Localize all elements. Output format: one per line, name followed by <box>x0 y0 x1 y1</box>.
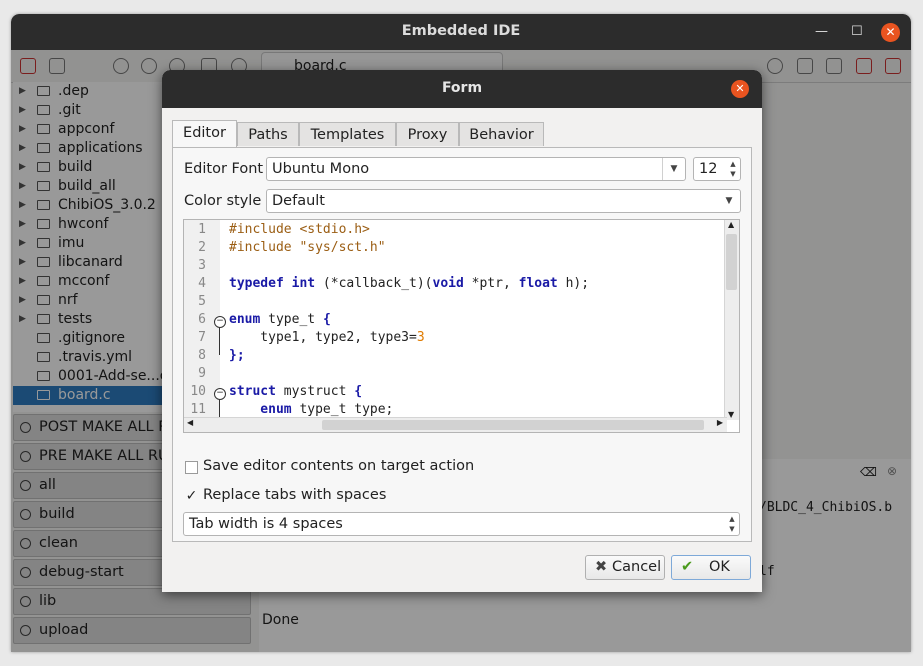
ok-label: OK <box>709 559 730 575</box>
scroll-thumb[interactable] <box>726 234 737 290</box>
code-line: typedef int (*callback_t)(void *ptr, flo… <box>229 276 590 291</box>
scroll-down-icon[interactable]: ▼ <box>728 410 734 419</box>
maximize-icon[interactable]: ☐ <box>851 24 863 39</box>
chevron-down-icon: ▼ <box>725 196 733 206</box>
fold-marker-icon[interactable]: − <box>214 316 226 328</box>
scroll-up-icon[interactable]: ▲ <box>728 220 734 229</box>
line-number: 3 <box>198 258 206 273</box>
color-style-label: Color style <box>184 193 262 209</box>
code-line: type1, type2, type3=3 <box>229 330 425 345</box>
code-line: #include <stdio.h> <box>229 222 370 237</box>
window-title: Embedded IDE <box>401 23 521 39</box>
editor-font-select[interactable]: Ubuntu Mono ▼ <box>266 157 686 181</box>
spin-arrows-icon[interactable]: ▲ ▼ <box>725 513 739 536</box>
tab-editor[interactable]: Editor <box>172 120 237 148</box>
save-on-target-checkbox[interactable] <box>185 461 198 474</box>
line-number: 8 <box>198 348 206 363</box>
ok-button[interactable]: ✔ OK <box>671 555 751 580</box>
dialog-title-bar: Form ✕ <box>162 70 762 108</box>
line-number: 4 <box>198 276 206 291</box>
scroll-left-icon[interactable]: ◀ <box>187 418 193 427</box>
code-line: }; <box>229 348 245 363</box>
cancel-button[interactable]: ✖ Cancel <box>585 555 665 580</box>
tab-templates[interactable]: Templates <box>299 122 396 146</box>
font-size-value: 12 <box>699 161 718 177</box>
code-line: #include "sys/sct.h" <box>229 240 386 255</box>
line-number: 11 <box>190 402 206 417</box>
check-icon: ✔ <box>681 559 694 575</box>
code-horizontal-scrollbar[interactable]: ◀ ▶ <box>184 417 727 432</box>
chevron-down-icon: ▼ <box>662 158 685 180</box>
line-number: 5 <box>198 294 206 309</box>
code-preview[interactable]: 1 2 3 4 5 6 7 8 9 10 11 12 − − − #includ… <box>183 219 740 433</box>
code-vertical-scrollbar[interactable]: ▲ ▼ <box>724 220 739 420</box>
line-number: 10 <box>190 384 206 399</box>
editor-font-label: Editor Font <box>184 161 264 177</box>
font-size-spinbox[interactable]: 12 ▲ ▼ <box>693 157 741 181</box>
tab-behavior[interactable]: Behavior <box>459 122 544 146</box>
editor-font-value: Ubuntu Mono <box>272 161 370 177</box>
fold-marker-icon[interactable]: − <box>214 388 226 400</box>
replace-tabs-label: Replace tabs with spaces <box>203 487 387 503</box>
tab-width-spinbox[interactable]: Tab width is 4 spaces ▲ ▼ <box>183 512 740 536</box>
editor-settings-panel: Editor Font Ubuntu Mono ▼ 12 ▲ ▼ Color st… <box>172 147 752 542</box>
code-line: enum type_t type; <box>229 402 394 417</box>
title-bar: Embedded IDE — ☐ ✕ <box>11 14 911 50</box>
tab-proxy[interactable]: Proxy <box>396 122 459 146</box>
tab-paths[interactable]: Paths <box>237 122 299 146</box>
color-style-select[interactable]: Default ▼ <box>266 189 741 213</box>
color-style-value: Default <box>272 193 325 209</box>
settings-dialog: Form ✕ Editor Paths Templates Proxy Beha… <box>162 70 762 592</box>
dialog-title: Form <box>441 80 483 96</box>
line-number: 6 <box>198 312 206 327</box>
line-number: 7 <box>198 330 206 345</box>
fold-line <box>219 327 220 355</box>
cancel-icon: ✖ <box>595 559 608 575</box>
minimize-icon[interactable]: — <box>815 24 828 39</box>
code-line: enum type_t { <box>229 312 331 327</box>
code-line: struct mystruct { <box>229 384 363 399</box>
close-icon[interactable]: ✕ <box>881 23 900 42</box>
tab-width-value: Tab width is 4 spaces <box>189 516 343 532</box>
spin-arrows-icon[interactable]: ▲ ▼ <box>726 158 740 181</box>
replace-tabs-checkbox[interactable]: ✓ <box>185 489 198 503</box>
line-number: 1 <box>198 222 206 237</box>
scroll-thumb[interactable] <box>322 420 704 430</box>
cancel-label: Cancel <box>612 559 662 575</box>
line-number: 2 <box>198 240 206 255</box>
save-on-target-label: Save editor contents on target action <box>203 458 475 474</box>
dialog-close-icon[interactable]: ✕ <box>731 80 749 98</box>
line-number: 9 <box>198 366 206 381</box>
scroll-right-icon[interactable]: ▶ <box>717 418 723 427</box>
